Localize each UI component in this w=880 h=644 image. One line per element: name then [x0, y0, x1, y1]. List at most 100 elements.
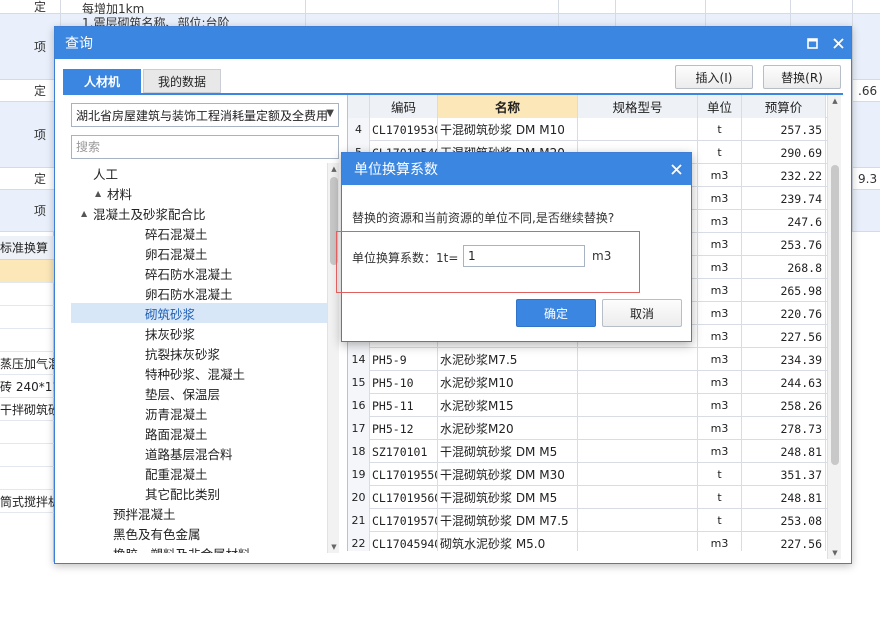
tree-item[interactable]: 路面混凝土: [71, 423, 327, 443]
table-row[interactable]: 14 PH5-9 水泥砂浆M7.5 m3 234.39: [348, 348, 827, 371]
cell-spec: [578, 532, 698, 551]
tree-item-label: 卵石防水混凝土: [145, 286, 233, 302]
column-header-code[interactable]: 编码: [370, 95, 438, 118]
query-window-title: 查询: [65, 36, 93, 52]
table-row[interactable]: 18 SZ170101 干混砌筑砂浆 DM M5 m3 248.81: [348, 440, 827, 463]
cell-row-number: 15: [348, 371, 370, 394]
tree-item[interactable]: 黑色及有色金属: [71, 523, 327, 543]
table-row[interactable]: 19 CL17019550 干混砌筑砂浆 DM M30 t 351.37: [348, 463, 827, 486]
cell-row-number: 18: [348, 440, 370, 463]
tree-item[interactable]: 道路基层混合料: [71, 443, 327, 463]
conversion-factor-input[interactable]: [463, 245, 585, 267]
background-tab-standard-conversion[interactable]: 标准换算: [0, 236, 54, 260]
cell-price: 351.37: [742, 463, 826, 486]
cell-unit: m3: [698, 256, 742, 279]
column-header-spec[interactable]: 规格型号: [578, 95, 698, 118]
column-header-unit[interactable]: 单位: [698, 95, 742, 118]
cell-spec: [578, 348, 698, 371]
scroll-down-icon[interactable]: ▼: [328, 541, 340, 553]
column-header-name[interactable]: 名称: [438, 95, 578, 118]
tree-item-label: 配重混凝土: [145, 466, 208, 482]
cell-price: 232.22: [742, 164, 826, 187]
insert-button[interactable]: 插入(I): [675, 65, 753, 89]
tree-item[interactable]: 橡胶、塑料及非金属材料: [71, 543, 327, 554]
table-row[interactable]: 20 CL17019560 干混砌筑砂浆 DM M5 t 248.81: [348, 486, 827, 509]
tree-item-label: 道路基层混合料: [145, 446, 233, 462]
maximize-icon[interactable]: [801, 27, 823, 59]
cell-price: 268.8: [742, 256, 826, 279]
cell-spec: [578, 486, 698, 509]
tab-labor-material-machine[interactable]: 人材机: [63, 69, 142, 93]
cell-unit: m3: [698, 233, 742, 256]
ok-button[interactable]: 确定: [516, 299, 596, 327]
tree-item[interactable]: 碎石混凝土: [71, 223, 327, 243]
search-input[interactable]: [71, 135, 339, 159]
table-row[interactable]: 16 PH5-11 水泥砂浆M15 m3 258.26: [348, 394, 827, 417]
tree-item[interactable]: 配重混凝土: [71, 463, 327, 483]
library-select[interactable]: 湖北省房屋建筑与装饰工程消耗量定额及全费用 ▼: [71, 103, 339, 127]
expand-caret-icon[interactable]: ▲: [81, 209, 93, 218]
background-row-kind: 项: [34, 40, 47, 54]
tree-item[interactable]: ▲ 混凝土及砂浆配合比: [71, 203, 327, 223]
cell-unit: t: [698, 463, 742, 486]
tree-item-label: 黑色及有色金属: [113, 526, 201, 542]
tree-item[interactable]: 其它配比类别: [71, 483, 327, 503]
tree-item[interactable]: 垫层、保温层: [71, 383, 327, 403]
cell-spec: [578, 417, 698, 440]
tree-item[interactable]: 碎石防水混凝土: [71, 263, 327, 283]
cell-row-number: 17: [348, 417, 370, 440]
tab-my-data[interactable]: 我的数据: [143, 69, 222, 93]
tree-item[interactable]: 沥青混凝土: [71, 403, 327, 423]
table-row[interactable]: 21 CL17019570 干混砌筑砂浆 DM M7.5 t 253.08: [348, 509, 827, 532]
cell-unit: t: [698, 509, 742, 532]
cell-price: 258.26: [742, 394, 826, 417]
cell-code: PH5-10: [370, 371, 438, 394]
expand-caret-icon[interactable]: ▲: [95, 189, 107, 198]
cell-price: 247.6: [742, 210, 826, 233]
cancel-button[interactable]: 取消: [602, 299, 682, 327]
replace-button[interactable]: 替换(R): [763, 65, 841, 89]
scroll-down-icon[interactable]: ▼: [828, 547, 842, 559]
background-grid-line: [852, 0, 853, 232]
tree-scrollbar[interactable]: ▲ ▼: [327, 163, 339, 553]
tree-item[interactable]: 卵石混凝土: [71, 243, 327, 263]
dialog-titlebar[interactable]: 单位换算系数: [342, 153, 691, 185]
cell-spec: [578, 463, 698, 486]
background-left-line: 蒸压加气混凝: [0, 352, 54, 375]
column-header-row-number[interactable]: [348, 95, 370, 118]
tree-item[interactable]: 预拌混凝土: [71, 503, 327, 523]
cell-price: 220.76: [742, 302, 826, 325]
table-row[interactable]: 15 PH5-10 水泥砂浆M10 m3 244.63: [348, 371, 827, 394]
cell-price: 234.39: [742, 348, 826, 371]
table-row[interactable]: 22 CL17045940 砌筑水泥砂浆 M5.0 m3 227.56: [348, 532, 827, 551]
table-row[interactable]: 4 CL17019530 干混砌筑砂浆 DM M10 t 257.35: [348, 118, 827, 141]
cell-spec: [578, 118, 698, 141]
tree-item[interactable]: 特种砂浆、混凝土: [71, 363, 327, 383]
cell-code: CL17019560: [370, 486, 438, 509]
tree-item[interactable]: 卵石防水混凝土: [71, 283, 327, 303]
table-scrollbar[interactable]: ▲ ▼: [827, 95, 841, 559]
scroll-up-icon[interactable]: ▲: [828, 95, 842, 107]
scroll-up-icon[interactable]: ▲: [328, 163, 340, 175]
conversion-unit: m3: [592, 249, 612, 263]
close-icon[interactable]: [827, 27, 849, 59]
tree-item-label: 橡胶、塑料及非金属材料: [113, 544, 251, 554]
table-row[interactable]: 17 PH5-12 水泥砂浆M20 m3 278.73: [348, 417, 827, 440]
cell-price: 257.35: [742, 118, 826, 141]
tree-item[interactable]: 抹灰砂浆: [71, 323, 327, 343]
tree-item[interactable]: 砌筑砂浆: [71, 303, 327, 323]
cell-name: 干混砌筑砂浆 DM M30: [438, 463, 578, 486]
cell-unit: t: [698, 141, 742, 164]
cell-price: 290.69: [742, 141, 826, 164]
background-row-value: 9.3: [858, 171, 878, 186]
column-header-price[interactable]: 预算价: [742, 95, 826, 118]
query-window-titlebar[interactable]: 查询: [55, 27, 851, 59]
tree-item[interactable]: 人工: [71, 163, 327, 183]
cell-price: 278.73: [742, 417, 826, 440]
cell-unit: m3: [698, 394, 742, 417]
cell-code: CL17019550: [370, 463, 438, 486]
tree-item[interactable]: ▲ 材料: [71, 183, 327, 203]
close-icon[interactable]: [665, 153, 687, 185]
tree-item[interactable]: 抗裂抹灰砂浆: [71, 343, 327, 363]
table-scrollbar-thumb[interactable]: [831, 165, 839, 465]
